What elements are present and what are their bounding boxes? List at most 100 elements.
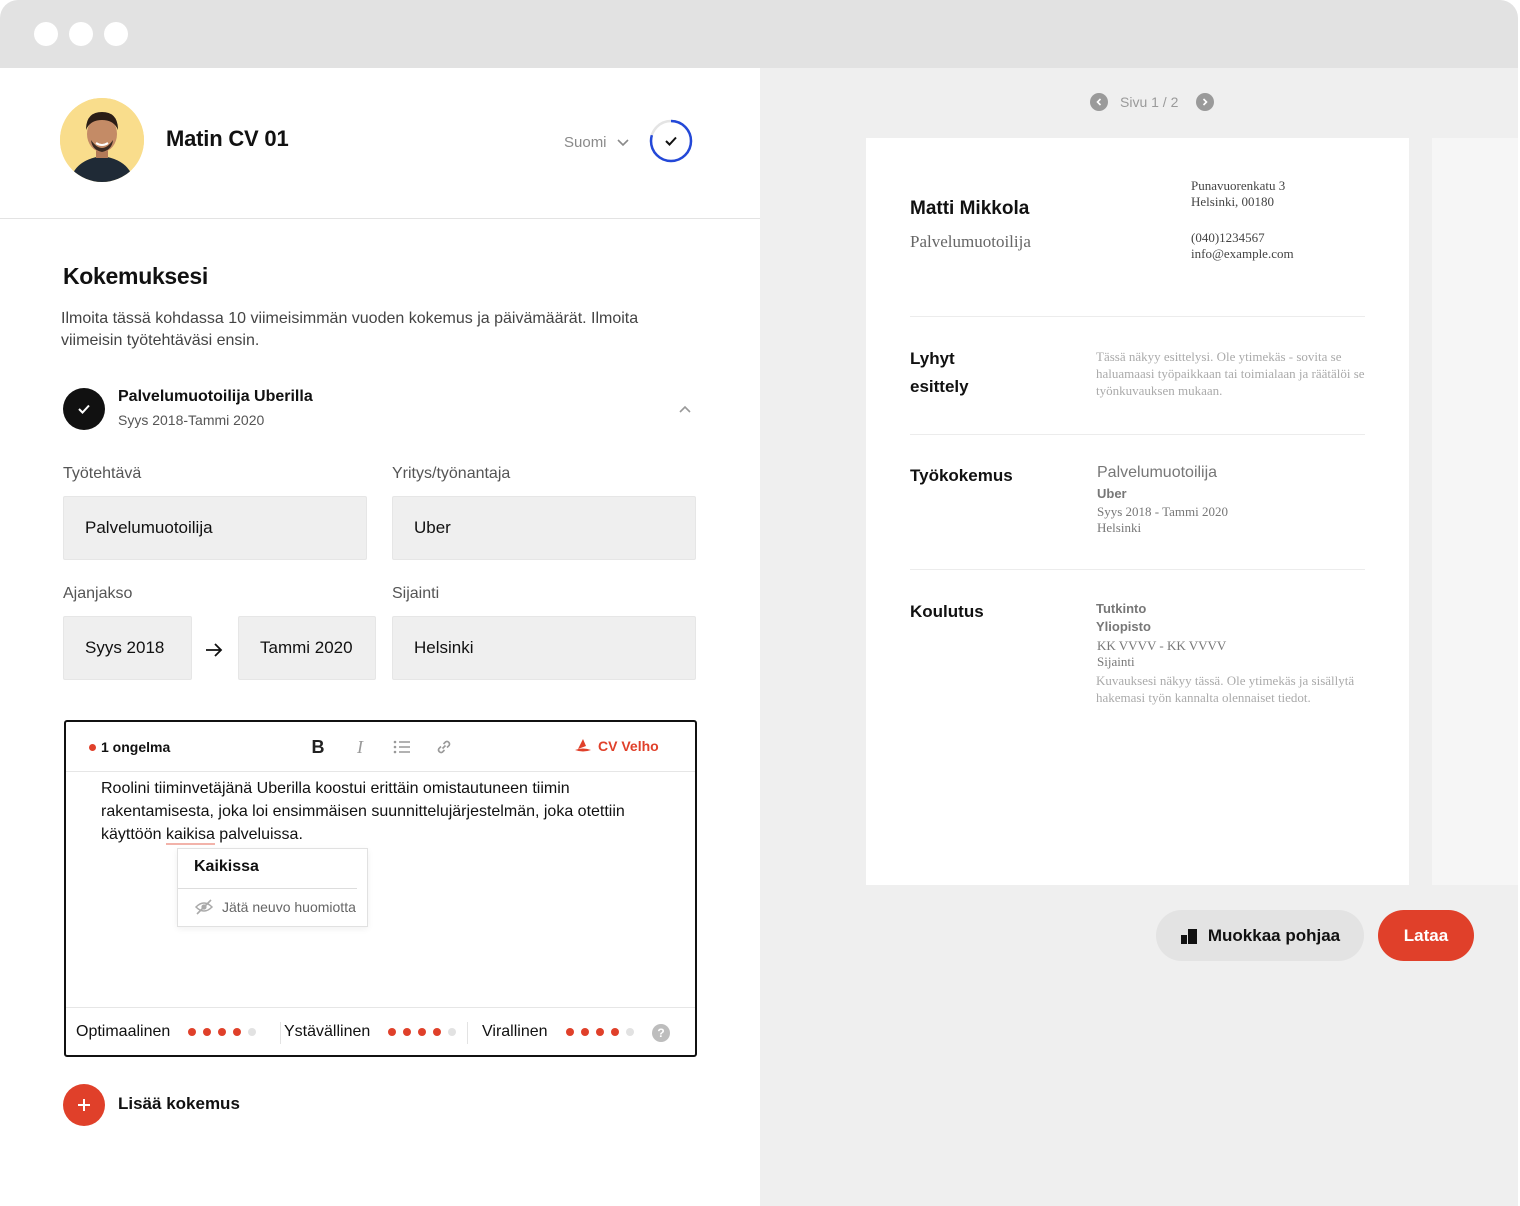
suggestion-option[interactable]: Kaikissa: [194, 858, 259, 876]
wizard-hat-icon: [575, 739, 591, 752]
preview-education-degree-name: Tutkinto: [1096, 601, 1147, 616]
tone-level-dot: [565, 1028, 574, 1036]
ignore-suggestion-label: Jätä neuvo huomiotta: [222, 899, 356, 915]
tone-level-dot: [188, 1028, 197, 1036]
tone-level-dot: [233, 1028, 242, 1036]
cv-preview-page[interactable]: Matti Mikkola Palvelumuotoilija Punavuor…: [866, 138, 1409, 885]
preview-education-location: Sijainti: [1097, 654, 1135, 669]
preview-contact: (040)1234567 info@example.com: [1191, 230, 1294, 262]
editor-toolbar: 1 ongelma B I CV Velho: [66, 722, 695, 772]
preview-work-meta: Syys 2018 - Tammi 2020 Helsinki: [1097, 504, 1228, 536]
preview-pane: Sivu 1 / 2 Matti Mikkola Palvelumuotoili…: [760, 68, 1518, 1206]
section-title: Kokemuksesi: [63, 263, 208, 289]
link-button[interactable]: [433, 736, 455, 758]
preview-email: info@example.com: [1191, 246, 1294, 261]
tone-level-dot: [448, 1028, 457, 1036]
tone-meters: Optimaalinen Ystävällinen Virallinen ?: [66, 1007, 695, 1055]
experience-complete-icon: [63, 388, 105, 430]
preview-education-meta: KK VVVV - KK VVVV Sijainti: [1097, 638, 1226, 670]
experience-dates: Syys 2018-Tammi 2020: [118, 412, 265, 428]
preview-phone: (040)1234567: [1191, 230, 1265, 245]
window-dot-maximize[interactable]: [104, 22, 128, 46]
tone-level-dot: [580, 1028, 589, 1036]
download-button[interactable]: Lataa: [1378, 910, 1474, 961]
add-experience-button[interactable]: [63, 1084, 105, 1126]
preview-work-dates: Syys 2018 - Tammi 2020: [1097, 504, 1229, 519]
spelling-suggestion-popup: Kaikissa Jätä neuvo huomiotta: [177, 848, 368, 927]
preview-divider: [910, 434, 1365, 435]
cv-title[interactable]: Matin CV 01: [166, 126, 289, 152]
meter-divider: [280, 1022, 281, 1044]
italic-button[interactable]: I: [349, 736, 371, 758]
previous-page-icon[interactable]: [1090, 93, 1108, 111]
end-date-field[interactable]: Tammi 2020: [238, 616, 376, 680]
meter-divider: [467, 1022, 468, 1044]
help-icon[interactable]: ?: [652, 1024, 670, 1042]
editor-text[interactable]: Roolini tiiminvetäjänä Uberilla koostui …: [101, 777, 671, 846]
bullet-list-button[interactable]: [391, 736, 413, 758]
suggestion-divider: [178, 888, 357, 889]
template-icon: [1180, 928, 1197, 944]
window-titlebar: [0, 0, 1518, 68]
avatar[interactable]: [60, 98, 144, 182]
issue-counter[interactable]: 1 ongelma: [89, 739, 170, 755]
chevron-down-icon: [616, 138, 629, 146]
preview-education-placeholder: Kuvauksesi näkyy tässä. Ole ytimekäs ja …: [1096, 673, 1355, 705]
preview-summary-placeholder: Tässä näkyy esittelysi. Ole ytimekäs - s…: [1096, 349, 1365, 398]
issue-dot-icon: [89, 743, 96, 751]
header-divider: [0, 218, 760, 219]
preview-divider: [910, 316, 1365, 317]
eye-off-icon: [194, 899, 214, 915]
app-window: Matin CV 01 Suomi Kokemuksesi Ilmoita tä…: [0, 0, 1520, 1206]
preview-summary-heading-line2: esittely: [910, 377, 969, 396]
cv-preview-next-page: [1432, 138, 1518, 885]
misspelled-word[interactable]: kaikisa: [165, 826, 215, 845]
preview-address-line1: Punavuorenkatu 3: [1191, 178, 1286, 193]
edit-template-label: Muokkaa pohjaa: [1207, 925, 1341, 945]
link-icon: [437, 740, 451, 754]
period-label: Ajanjakso: [63, 585, 133, 602]
tone-level-dot: [433, 1028, 442, 1036]
next-page-icon[interactable]: [1196, 93, 1215, 111]
arrow-right-icon: [206, 643, 223, 657]
add-experience-label[interactable]: Lisää kokemus: [118, 1094, 240, 1114]
section-description: Ilmoita tässä kohdassa 10 viimeisimmän v…: [61, 310, 639, 349]
experience-title[interactable]: Palvelumuotoilija Uberilla: [118, 388, 313, 406]
tone-level-dots: [388, 1028, 457, 1036]
language-value: Suomi: [564, 134, 607, 151]
tone-meter-formal: Virallinen: [482, 1023, 634, 1041]
language-select[interactable]: Suomi: [564, 134, 629, 151]
chevron-up-icon[interactable]: [676, 400, 694, 418]
cv-velho-button[interactable]: CV Velho: [574, 738, 659, 754]
tone-level-dot: [595, 1028, 604, 1036]
window-dot-minimize[interactable]: [69, 22, 93, 46]
preview-work-company: Uber: [1097, 486, 1127, 501]
tone-meter-label: Ystävällinen: [284, 1023, 371, 1040]
tone-meter-optimal: Optimaalinen: [76, 1023, 257, 1041]
tone-meter-friendly: Ystävällinen: [284, 1023, 457, 1041]
ignore-suggestion-button[interactable]: Jätä neuvo huomiotta: [194, 899, 356, 915]
preview-education-heading: Koulutus: [910, 602, 984, 621]
company-field[interactable]: Uber: [392, 496, 696, 560]
tone-level-dot: [610, 1028, 619, 1036]
page-indicator: Sivu 1 / 2: [1120, 94, 1179, 110]
tone-level-dots: [565, 1028, 634, 1036]
job-title-field[interactable]: Palvelumuotoilija: [63, 496, 367, 560]
edit-template-button[interactable]: Muokkaa pohjaa: [1156, 910, 1364, 961]
cv-velho-label: CV Velho: [598, 738, 659, 754]
preview-work-location: Helsinki: [1097, 520, 1142, 535]
tone-meter-label: Virallinen: [482, 1023, 548, 1040]
job-title-label: Työtehtävä: [63, 465, 142, 482]
preview-education-dates: KK VVVV - KK VVVV: [1097, 638, 1227, 653]
editor-pane: Matin CV 01 Suomi Kokemuksesi Ilmoita tä…: [0, 68, 760, 1206]
issue-count-label: 1 ongelma: [101, 739, 171, 755]
preview-summary-heading-line1: Lyhyt: [910, 349, 955, 368]
tone-level-dot: [625, 1028, 634, 1036]
bold-button[interactable]: B: [307, 736, 329, 758]
window-dot-close[interactable]: [34, 22, 58, 46]
tone-level-dot: [248, 1028, 257, 1036]
description-editor[interactable]: 1 ongelma B I CV Velho Roolini tiiminvet…: [64, 720, 697, 1057]
location-field[interactable]: Helsinki: [392, 616, 696, 680]
plus-icon: [78, 1099, 90, 1111]
start-date-field[interactable]: Syys 2018: [63, 616, 192, 680]
